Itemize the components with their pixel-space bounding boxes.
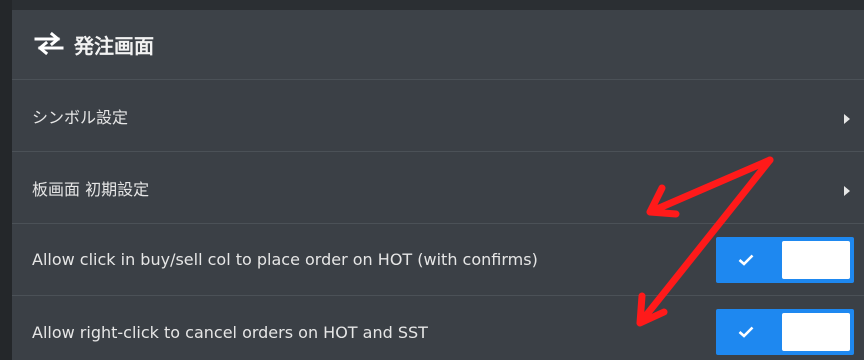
- toggle-knob: [782, 240, 850, 279]
- click-to-place-order-toggle[interactable]: [716, 236, 854, 283]
- toggle-knob: [782, 313, 850, 351]
- board-initial-settings-label: 板画面 初期設定: [32, 179, 150, 199]
- click-to-place-order-row: Allow click in buy/sell col to place ord…: [12, 224, 864, 296]
- right-click-cancel-label: Allow right-click to cancel orders on HO…: [32, 322, 428, 342]
- chevron-right-icon: [842, 182, 852, 196]
- order-settings-panel: 発注画面 シンボル設定 板画面 初期設定 Allow click in buy/…: [12, 10, 864, 360]
- left-edge: [0, 0, 12, 360]
- settings-screen: 発注画面 シンボル設定 板画面 初期設定 Allow click in buy/…: [0, 0, 864, 360]
- right-click-cancel-row: Allow right-click to cancel orders on HO…: [12, 296, 864, 360]
- click-to-place-order-label: Allow click in buy/sell col to place ord…: [32, 250, 538, 269]
- symbol-settings-row[interactable]: シンボル設定: [12, 80, 864, 152]
- chevron-right-icon: [842, 110, 852, 124]
- checkmark-icon: [716, 254, 776, 266]
- board-initial-settings-row[interactable]: 板画面 初期設定: [12, 152, 864, 224]
- checkmark-icon: [716, 326, 776, 338]
- symbol-settings-label: シンボル設定: [32, 107, 129, 127]
- right-click-cancel-toggle[interactable]: [716, 309, 854, 355]
- swap-arrows-icon: [34, 31, 64, 59]
- panel-title: 発注画面: [74, 34, 154, 58]
- panel-header: 発注画面: [12, 10, 864, 80]
